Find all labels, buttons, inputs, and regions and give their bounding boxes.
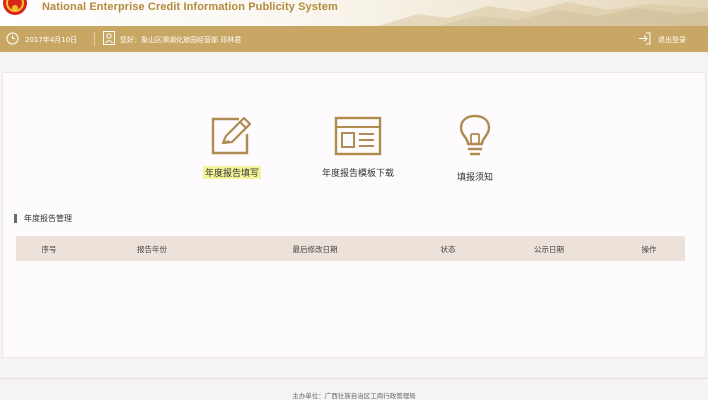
section-title: 年度报告管理: [14, 213, 72, 224]
logout-icon: [639, 32, 651, 45]
filing-notice-button[interactable]: 填报须知: [440, 114, 510, 183]
header-banner: National Enterprise Credit Information P…: [0, 0, 708, 26]
annual-report-table-header: 序号 报告年份 最后修改日期 状态 公示日期 操作: [16, 236, 685, 261]
toolbar-divider: [94, 32, 95, 46]
column-header-index: 序号: [41, 245, 57, 254]
annual-report-template-download-button[interactable]: 年度报告模板下载: [312, 116, 404, 179]
section-title-text: 年度报告管理: [24, 214, 72, 223]
system-title: National Enterprise Credit Information P…: [42, 1, 338, 13]
footer-divider: [0, 378, 708, 379]
annual-report-fill-button[interactable]: 年度报告填写: [196, 116, 268, 180]
user-icon: [103, 31, 115, 45]
annual-report-fill-label: 年度报告填写: [202, 166, 261, 179]
great-wall-decoration: [378, 2, 708, 26]
clock-icon: [6, 32, 19, 45]
section-marker: [14, 214, 17, 223]
template-download-icon: [334, 116, 382, 156]
logout-label: 退出登录: [658, 36, 686, 44]
current-date: 2017年4月10日: [25, 36, 78, 44]
logout-button[interactable]: 退出登录: [638, 31, 694, 47]
column-header-operation: 操作: [641, 245, 657, 254]
annual-report-template-download-label: 年度报告模板下载: [321, 169, 394, 179]
main-panel: [2, 72, 706, 358]
filing-notice-label: 填报须知: [456, 173, 493, 183]
national-emblem-icon: [3, 0, 27, 15]
column-header-last-modified: 最后修改日期: [292, 245, 338, 254]
user-toolbar: 2017年4月10日 您好：象山区濒湖化旅园经营部 邓林君 退出登录: [0, 26, 708, 52]
column-header-status: 状态: [440, 245, 456, 254]
column-header-report-year: 报告年份: [137, 245, 167, 254]
lightbulb-icon: [459, 114, 491, 156]
column-header-publicity-date: 公示日期: [534, 245, 564, 254]
edit-form-icon: [211, 116, 252, 155]
footer-sponsor: 主办单位：广西壮族自治区工商行政管理局: [292, 392, 416, 400]
user-greeting: 您好：象山区濒湖化旅园经营部 邓林君: [120, 36, 242, 44]
